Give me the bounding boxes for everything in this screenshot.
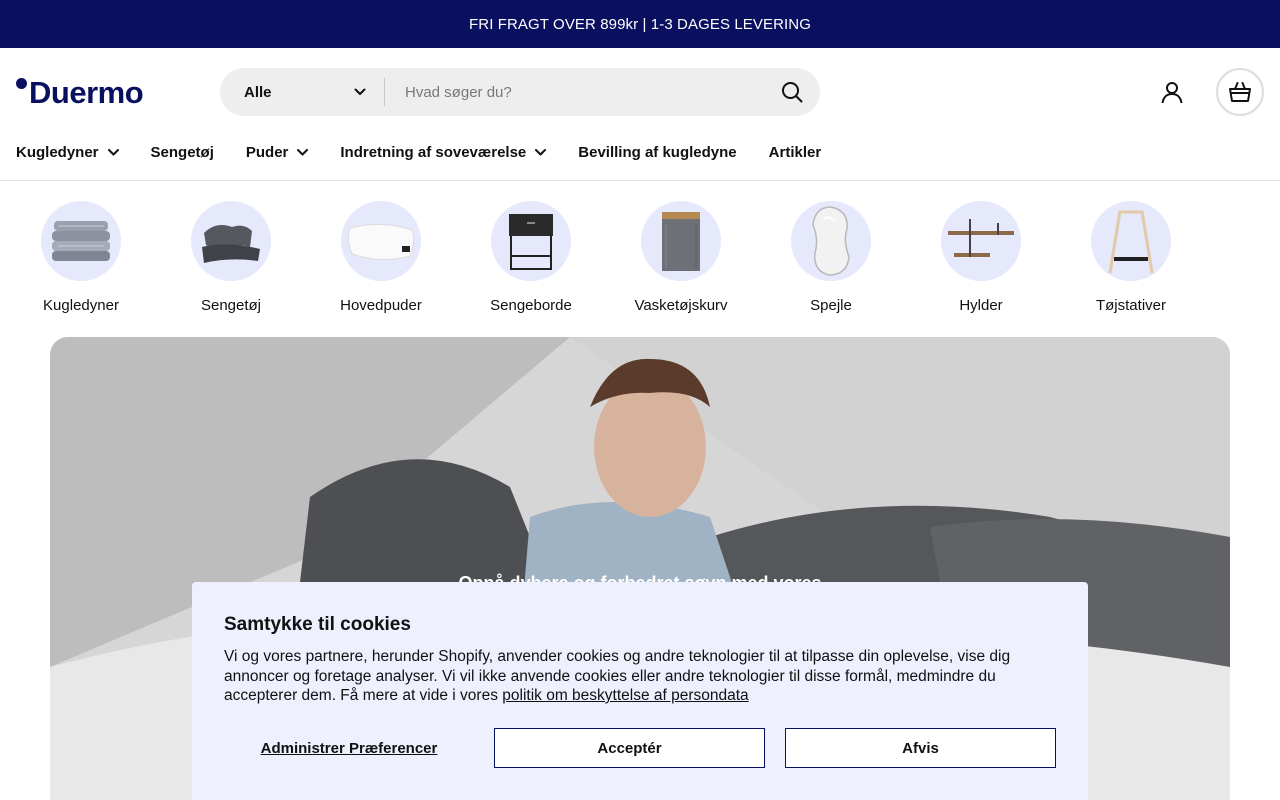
nav-item-label: Indretning af soveværelse bbox=[340, 143, 527, 161]
accept-button[interactable]: Acceptér bbox=[494, 728, 765, 768]
search-input[interactable] bbox=[385, 68, 764, 116]
category-label: Hovedpuder bbox=[340, 297, 422, 314]
search-button[interactable] bbox=[764, 68, 820, 116]
main-navigation: Kugledyner Sengetøj Puder Indretning af … bbox=[0, 136, 1280, 181]
nav-item-label: Kugledyner bbox=[16, 143, 99, 161]
nav-item-puder[interactable]: Puder bbox=[246, 144, 309, 161]
chevron-down-icon bbox=[107, 148, 119, 155]
clothes-rack-icon bbox=[1108, 210, 1154, 274]
privacy-policy-link[interactable]: politik om beskyttelse af persondata bbox=[502, 687, 748, 704]
chevron-down-icon bbox=[297, 148, 309, 155]
nav-item-bevilling[interactable]: Bevilling af kugledyne bbox=[578, 144, 736, 161]
category-label: Tøjstativer bbox=[1095, 297, 1166, 314]
category-spejle[interactable]: Spejle bbox=[756, 201, 906, 314]
cart-button[interactable] bbox=[1216, 68, 1264, 116]
category-image bbox=[41, 201, 121, 281]
mirror-icon bbox=[812, 206, 850, 276]
nav-item-label: Puder bbox=[245, 143, 289, 161]
search-category-select[interactable]: Alle bbox=[220, 68, 384, 116]
cookie-body: Vi og vores partnere, herunder Shopify, … bbox=[224, 647, 1056, 706]
bedding-icon bbox=[202, 225, 260, 263]
nav-item-indretning[interactable]: Indretning af soveværelse bbox=[340, 143, 547, 161]
brand-logo[interactable]: Duermo bbox=[16, 75, 144, 112]
search-icon bbox=[782, 82, 803, 103]
announcement-bar: FRI FRAGT OVER 899kr | 1-3 DAGES LEVERIN… bbox=[0, 0, 1280, 48]
chevron-down-icon bbox=[535, 148, 547, 155]
announcement-text: FRI FRAGT OVER 899kr | 1-3 DAGES LEVERIN… bbox=[469, 15, 811, 33]
shelf-icon bbox=[948, 219, 1014, 257]
category-label: Spejle bbox=[810, 297, 852, 314]
nav-item-artikler[interactable]: Artikler bbox=[769, 144, 822, 161]
nightstand-icon bbox=[509, 214, 553, 270]
logo-dot bbox=[16, 78, 27, 89]
category-label: Sengeborde bbox=[490, 297, 572, 314]
manage-preferences-button[interactable]: Administrer Præferencer bbox=[224, 728, 474, 768]
site-header: Duermo Alle bbox=[0, 48, 1280, 136]
category-vasketojskurv[interactable]: Vasketøjskurv bbox=[606, 201, 756, 314]
account-button[interactable] bbox=[1152, 72, 1192, 112]
nav-item-label: Bevilling af kugledyne bbox=[578, 143, 737, 161]
category-image bbox=[1091, 201, 1171, 281]
laundry-basket-icon bbox=[662, 212, 700, 271]
nav-list: Kugledyner Sengetøj Puder Indretning af … bbox=[16, 136, 821, 168]
category-label: Kugledyner bbox=[43, 297, 119, 314]
category-sengetoj[interactable]: Sengetøj bbox=[156, 201, 306, 314]
nav-item-kugledyner[interactable]: Kugledyner bbox=[16, 144, 119, 161]
category-carousel: Kugledyner Sengetøj Hovedpuder Sengebord… bbox=[0, 201, 1280, 321]
category-image bbox=[941, 201, 1021, 281]
category-hylder[interactable]: Hylder bbox=[906, 201, 1056, 314]
category-sengeborde[interactable]: Sengeborde bbox=[456, 201, 606, 314]
weighted-blanket-icon bbox=[52, 221, 110, 261]
pillow-icon bbox=[347, 224, 415, 260]
shopping-basket-icon bbox=[1229, 82, 1251, 102]
search-category-value: Alle bbox=[244, 83, 272, 101]
category-kugledyner[interactable]: Kugledyner bbox=[6, 201, 156, 314]
nav-item-label: Sengetøj bbox=[150, 143, 214, 161]
chevron-down-icon bbox=[354, 88, 366, 95]
decline-button[interactable]: Afvis bbox=[785, 728, 1056, 768]
search-bar: Alle bbox=[220, 68, 820, 116]
cookie-actions: Administrer Præferencer Acceptér Afvis bbox=[224, 728, 1056, 768]
user-icon bbox=[1161, 82, 1183, 104]
cookie-title: Samtykke til cookies bbox=[224, 614, 411, 635]
cookie-consent-dialog: Samtykke til cookies Vi og vores partner… bbox=[192, 582, 1088, 800]
category-tojstativer[interactable]: Tøjstativer bbox=[1056, 201, 1206, 314]
category-image bbox=[341, 201, 421, 281]
category-label: Vasketøjskurv bbox=[634, 297, 728, 314]
category-label: Hylder bbox=[959, 297, 1003, 314]
logo-text: Duermo bbox=[29, 75, 144, 110]
category-hovedpuder[interactable]: Hovedpuder bbox=[306, 201, 456, 314]
nav-item-sengetoj[interactable]: Sengetøj bbox=[151, 144, 214, 161]
category-image bbox=[191, 201, 271, 281]
category-image bbox=[641, 201, 721, 281]
category-image bbox=[491, 201, 571, 281]
nav-item-label: Artikler bbox=[768, 143, 822, 161]
category-image bbox=[791, 201, 871, 281]
category-label: Sengetøj bbox=[200, 297, 262, 314]
